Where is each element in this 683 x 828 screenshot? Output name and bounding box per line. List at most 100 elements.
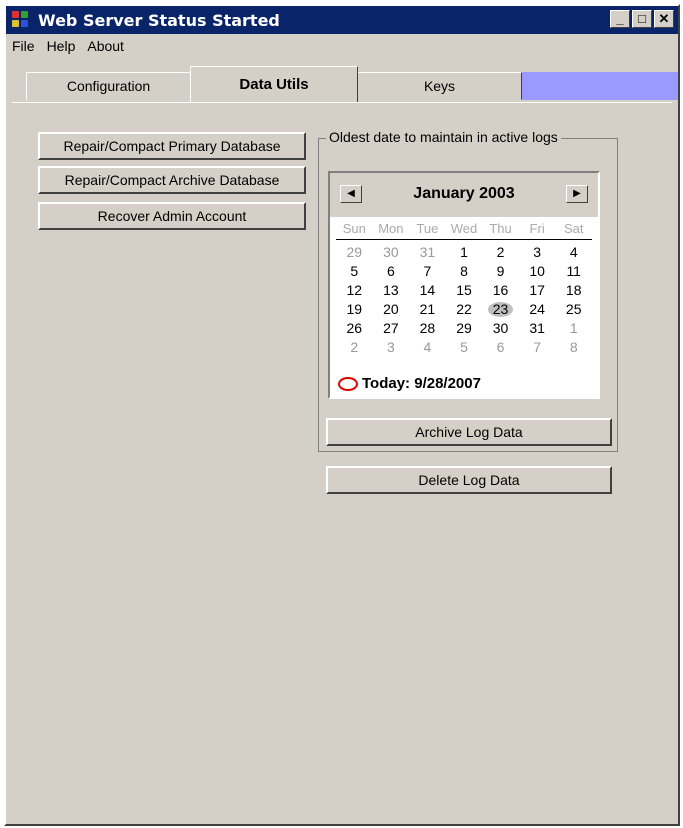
calendar-day[interactable]: 26 [336,319,373,338]
calendar-day[interactable]: 22 [446,300,483,319]
minimize-button[interactable]: _ [610,10,630,28]
calendar-day-number: 14 [419,282,436,298]
calendar-day-number: 5 [460,339,468,355]
calendar-day[interactable]: 15 [446,281,483,300]
calendar-day[interactable]: 4 [409,338,446,357]
calendar-day-number: 9 [496,263,505,279]
calendar-day[interactable]: 25 [555,300,592,319]
calendar-day[interactable]: 14 [409,281,446,300]
weekday-label: Thu [489,221,512,236]
calendar-day-number: 4 [423,339,432,355]
calendar-day-number: 26 [346,320,363,336]
calendar-day[interactable]: 9 [482,262,519,281]
menu-file[interactable]: File [6,38,41,54]
tab-configuration[interactable]: Configuration [26,72,191,100]
calendar-day[interactable]: 7 [519,338,556,357]
calendar-day-number: 19 [346,301,363,317]
calendar-day-number: 2 [350,339,359,355]
archive-log-data-button[interactable]: Archive Log Data [326,418,612,446]
calendar-day-number: 30 [383,244,399,260]
calendar-day[interactable]: 31 [409,243,446,262]
calendar-day-number: 27 [383,320,399,336]
calendar-day-number: 29 [346,244,363,260]
calendar-day[interactable]: 5 [446,338,483,357]
calendar-day[interactable]: 20 [373,300,410,319]
calendar-day-number: 5 [350,263,359,279]
calendar-day[interactable]: 18 [555,281,592,300]
calendar-day[interactable]: 3 [373,338,410,357]
calendar-day-number: 2 [496,244,505,260]
calendar-day[interactable]: 6 [373,262,410,281]
calendar-day-number: 28 [419,320,436,336]
calendar-day[interactable]: 13 [373,281,410,300]
weekday-label: Tue [416,221,439,236]
close-button[interactable]: ✕ [654,10,674,28]
calendar-day[interactable]: 28 [409,319,446,338]
tab-strip: Configuration Data Utils Keys [12,66,678,102]
tab-strip-filler [522,72,678,100]
calendar-day[interactable]: 2 [482,243,519,262]
calendar-day[interactable]: 3 [519,243,556,262]
calendar-day[interactable]: 30 [373,243,410,262]
calendar-day-number: 15 [456,282,472,298]
calendar-day[interactable]: 29 [446,319,483,338]
calendar-day[interactable]: 30 [482,319,519,338]
calendar-day[interactable]: 5 [336,262,373,281]
repair-primary-database-button[interactable]: Repair/Compact Primary Database [38,132,306,160]
tab-data-utils[interactable]: Data Utils [190,66,358,102]
calendar-day[interactable]: 8 [555,338,592,357]
calendar-day[interactable]: 31 [519,319,556,338]
calendar-day[interactable]: 19 [336,300,373,319]
tab-keys[interactable]: Keys [357,72,522,100]
calendar-day-number: 1 [569,320,578,336]
calendar-day-number: 18 [565,282,582,298]
calendar-day-number: 7 [533,339,542,355]
calendar-day[interactable]: 1 [446,243,483,262]
today-label: Today: 9/28/2007 [362,375,481,392]
calendar-day-number: 29 [456,320,472,336]
calendar-day-number: 13 [383,282,399,298]
calendar-day-number: 23 [492,301,509,317]
recover-admin-account-button[interactable]: Recover Admin Account [38,202,306,230]
calendar-day-number: 3 [533,244,542,260]
calendar-day-number: 17 [529,282,545,298]
calendar-month-title[interactable]: January 2003 [330,185,598,203]
app-window: Web Server Status Started _ □ ✕ File Hel… [4,4,680,826]
oldest-date-label: Oldest date to maintain in active logs [326,129,561,145]
maximize-button[interactable]: □ [632,10,652,28]
today-row[interactable]: Today: 9/28/2007 [338,375,481,392]
calendar-day[interactable]: 2 [336,338,373,357]
calendar-day[interactable]: 7 [409,262,446,281]
weekday-header: Sun Mon Tue Wed Thu Fri Sat [336,221,592,240]
calendar-day[interactable]: 24 [519,300,556,319]
calendar-day[interactable]: 12 [336,281,373,300]
delete-log-data-button[interactable]: Delete Log Data [326,466,612,494]
today-circle-icon [338,376,358,391]
title-controls: _ □ ✕ [610,10,674,28]
calendar-day[interactable]: 1 [555,319,592,338]
calendar-day[interactable]: 6 [482,338,519,357]
tab-panel-edge [12,102,672,103]
calendar-day-number: 6 [386,263,395,279]
calendar-day[interactable]: 16 [482,281,519,300]
menu-about[interactable]: About [81,38,130,54]
next-month-button[interactable]: ▶ [566,185,588,203]
menu-bar: File Help About [6,34,678,58]
repair-archive-database-button[interactable]: Repair/Compact Archive Database [38,166,306,194]
weekday-label: Sat [563,221,584,236]
calendar-day[interactable]: 29 [336,243,373,262]
weekday-label: Wed [450,221,478,236]
calendar-day[interactable]: 21 [409,300,446,319]
calendar-day-number: 21 [419,301,436,317]
calendar-days-grid: 29 30 31 1 2 3 4 5 6 7 8 9 10 11 12 13 14 15 16 17 18 19 20 21 2… [336,243,592,357]
calendar-day[interactable]: 4 [555,243,592,262]
date-calendar[interactable]: ◀ January 2003 ▶ Sun Mon Tue Wed Thu Fri… [328,171,600,399]
calendar-day[interactable]: 27 [373,319,410,338]
menu-help[interactable]: Help [41,38,82,54]
calendar-day[interactable]: 17 [519,281,556,300]
calendar-day[interactable]: 10 [519,262,556,281]
title-bar[interactable]: Web Server Status Started _ □ ✕ [6,6,678,34]
calendar-day-selected[interactable]: 23 [482,300,519,319]
calendar-day[interactable]: 11 [555,262,592,281]
calendar-day[interactable]: 8 [446,262,483,281]
